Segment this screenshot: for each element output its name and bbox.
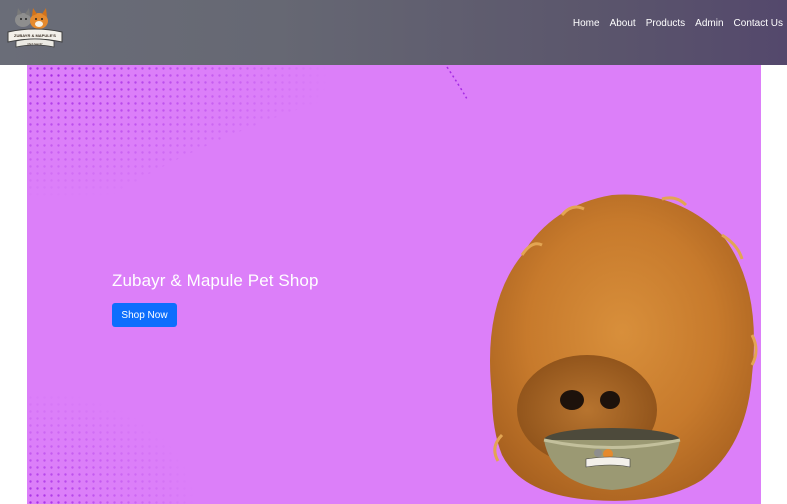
main-nav: Home About Products Admin Contact Us <box>573 16 783 31</box>
nav-home[interactable]: Home <box>573 16 600 31</box>
nav-contact-us[interactable]: Contact Us <box>734 16 783 31</box>
nav-products[interactable]: Products <box>646 16 685 31</box>
hero-title: Zubayr & Mapule Pet Shop <box>112 271 319 290</box>
pet-shop-logo-icon: ZUBAYR & MAPULE'S PET SHOP <box>7 8 63 48</box>
pet-shop-logo[interactable]: ZUBAYR & MAPULE'S PET SHOP <box>6 6 64 48</box>
logo-line2: PET SHOP <box>27 42 42 46</box>
logo-line1: ZUBAYR & MAPULE'S <box>14 33 56 38</box>
nav-admin[interactable]: Admin <box>695 16 723 31</box>
hero-banner: Zubayr & Mapule Pet Shop Shop Now <box>27 65 761 504</box>
navbar: ZUBAYR & MAPULE'S PET SHOP Home About Pr… <box>0 0 787 65</box>
shop-now-button[interactable]: Shop Now <box>112 303 177 327</box>
nav-about[interactable]: About <box>610 16 636 31</box>
pomeranian-dog-image <box>490 194 758 501</box>
